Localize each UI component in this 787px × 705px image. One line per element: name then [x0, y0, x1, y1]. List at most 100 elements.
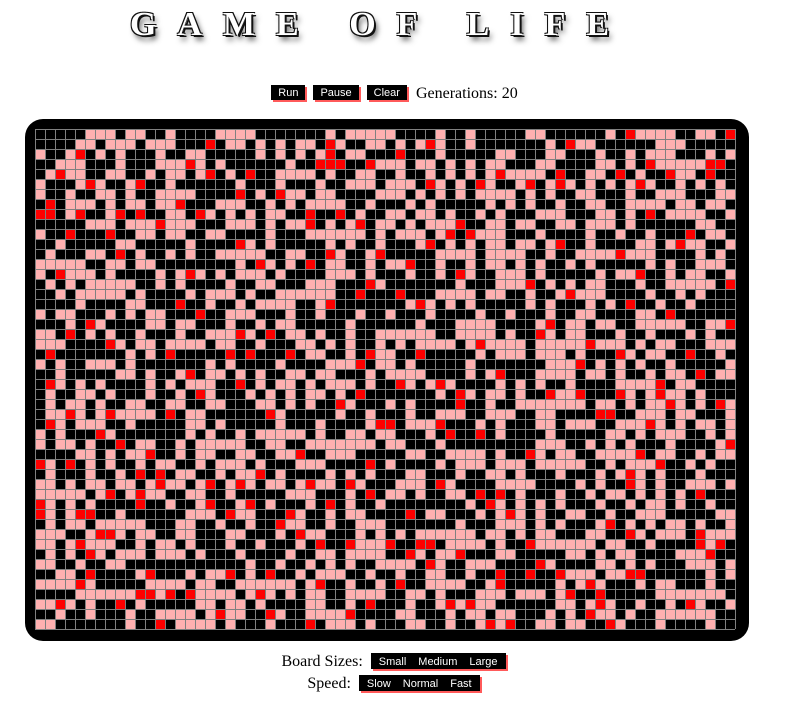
board-cell: [605, 319, 615, 329]
board-cell: [405, 399, 415, 409]
board-cell: [595, 219, 605, 229]
board-cell: [205, 579, 215, 589]
board-size-medium-button[interactable]: Medium: [414, 655, 461, 669]
board-cell: [395, 339, 405, 349]
board-cell: [245, 469, 255, 479]
board-cell: [435, 569, 445, 579]
board-cell: [175, 229, 185, 239]
board-cell: [235, 219, 245, 229]
speed-slow-button[interactable]: Slow: [363, 677, 395, 691]
board-cell: [355, 169, 365, 179]
board-cell: [205, 139, 215, 149]
board-cell: [365, 279, 375, 289]
board-cell: [725, 479, 735, 489]
board-cell: [315, 369, 325, 379]
board-cell: [655, 459, 665, 469]
board-cell: [345, 269, 355, 279]
board-cell: [325, 159, 335, 169]
board-cell: [285, 349, 295, 359]
board-cell: [295, 169, 305, 179]
board-cell: [585, 239, 595, 249]
board-cell: [535, 529, 545, 539]
board-cell: [155, 189, 165, 199]
board-cell: [35, 439, 45, 449]
board-size-large-button[interactable]: Large: [465, 655, 501, 669]
board-cell: [385, 209, 395, 219]
board-cell: [235, 549, 245, 559]
board-cell: [295, 489, 305, 499]
speed-fast-button[interactable]: Fast: [446, 677, 475, 691]
board-cell: [495, 519, 505, 529]
board-cell: [455, 249, 465, 259]
board-cell: [235, 269, 245, 279]
speed-label: Speed:: [307, 675, 351, 692]
board-cell: [555, 599, 565, 609]
board-cell: [595, 609, 605, 619]
board-cell: [165, 129, 175, 139]
board-cell: [565, 459, 575, 469]
board-cell: [405, 449, 415, 459]
board-cell: [175, 269, 185, 279]
board-cell: [585, 189, 595, 199]
board-cell: [625, 519, 635, 529]
board-cell: [425, 239, 435, 249]
board-cell: [665, 339, 675, 349]
board-cell: [305, 589, 315, 599]
board-cell: [235, 249, 245, 259]
board-cell: [725, 359, 735, 369]
board-cell: [85, 389, 95, 399]
board-cell: [605, 489, 615, 499]
board-size-small-button[interactable]: Small: [375, 655, 411, 669]
board-cell: [55, 569, 65, 579]
board-cell: [475, 189, 485, 199]
board-cell: [445, 549, 455, 559]
board-cell: [165, 409, 175, 419]
board-cell: [295, 189, 305, 199]
board-cell: [495, 509, 505, 519]
board-cell: [435, 589, 445, 599]
game-board[interactable]: [35, 129, 739, 631]
board-cell: [495, 279, 505, 289]
board-cell: [335, 359, 345, 369]
board-cell: [225, 209, 235, 219]
board-cell: [225, 529, 235, 539]
board-cell: [315, 579, 325, 589]
board-cell: [145, 349, 155, 359]
run-button[interactable]: Run: [271, 85, 306, 100]
clear-button[interactable]: Clear: [366, 85, 407, 100]
board-cell: [315, 609, 325, 619]
pause-button[interactable]: Pause: [313, 85, 359, 100]
board-cell: [305, 229, 315, 239]
board-cell: [165, 159, 175, 169]
board-cell: [635, 199, 645, 209]
board-cell: [365, 539, 375, 549]
board-cell: [105, 559, 115, 569]
board-cell: [655, 619, 665, 629]
board-cell: [195, 449, 205, 459]
board-cell: [375, 549, 385, 559]
board-cell: [595, 559, 605, 569]
board-cell: [345, 329, 355, 339]
board-cell: [665, 169, 675, 179]
speed-normal-button[interactable]: Normal: [399, 677, 442, 691]
board-cell: [465, 539, 475, 549]
board-cell: [65, 569, 75, 579]
board-cell: [435, 409, 445, 419]
board-cell: [485, 259, 495, 269]
board-cell: [165, 139, 175, 149]
board-cell: [495, 259, 505, 269]
board-cell: [235, 439, 245, 449]
board-cell: [635, 279, 645, 289]
board-cell: [455, 329, 465, 339]
board-cell: [565, 259, 575, 269]
board-cell: [635, 249, 645, 259]
board-cell: [705, 529, 715, 539]
board-cell: [665, 359, 675, 369]
board-cell: [235, 179, 245, 189]
board-cell: [395, 329, 405, 339]
board-cell: [645, 209, 655, 219]
board-cell: [365, 549, 375, 559]
board-cell: [595, 449, 605, 459]
board-cell: [125, 199, 135, 209]
board-cell: [275, 429, 285, 439]
